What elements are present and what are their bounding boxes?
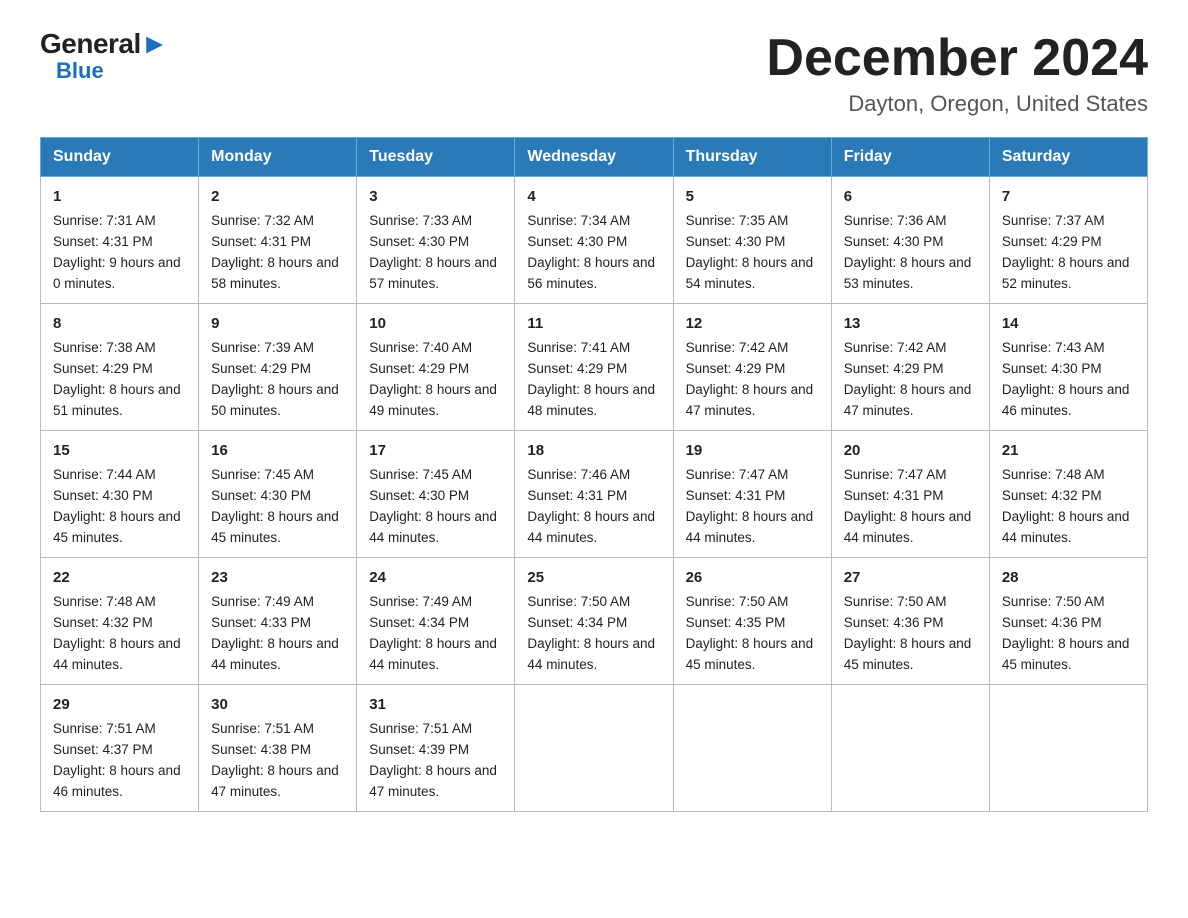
calendar-cell: 29Sunrise: 7:51 AMSunset: 4:37 PMDayligh… — [41, 684, 199, 811]
day-number: 19 — [686, 439, 819, 462]
calendar-cell: 15Sunrise: 7:44 AMSunset: 4:30 PMDayligh… — [41, 431, 199, 558]
day-number: 5 — [686, 185, 819, 208]
calendar-week-row: 29Sunrise: 7:51 AMSunset: 4:37 PMDayligh… — [41, 684, 1148, 811]
logo-general-text: General► — [40, 30, 168, 58]
calendar-cell: 3Sunrise: 7:33 AMSunset: 4:30 PMDaylight… — [357, 177, 515, 304]
column-header-monday: Monday — [199, 138, 357, 177]
day-number: 2 — [211, 185, 344, 208]
column-header-sunday: Sunday — [41, 138, 199, 177]
calendar-cell: 22Sunrise: 7:48 AMSunset: 4:32 PMDayligh… — [41, 558, 199, 685]
calendar-cell: 13Sunrise: 7:42 AMSunset: 4:29 PMDayligh… — [831, 304, 989, 431]
column-header-wednesday: Wednesday — [515, 138, 673, 177]
day-number: 9 — [211, 312, 344, 335]
day-number: 4 — [527, 185, 660, 208]
day-number: 7 — [1002, 185, 1135, 208]
calendar-cell: 24Sunrise: 7:49 AMSunset: 4:34 PMDayligh… — [357, 558, 515, 685]
calendar-cell: 31Sunrise: 7:51 AMSunset: 4:39 PMDayligh… — [357, 684, 515, 811]
day-number: 22 — [53, 566, 186, 589]
calendar-cell: 5Sunrise: 7:35 AMSunset: 4:30 PMDaylight… — [673, 177, 831, 304]
day-number: 14 — [1002, 312, 1135, 335]
calendar-cell: 28Sunrise: 7:50 AMSunset: 4:36 PMDayligh… — [989, 558, 1147, 685]
day-number: 6 — [844, 185, 977, 208]
day-number: 26 — [686, 566, 819, 589]
calendar-cell: 14Sunrise: 7:43 AMSunset: 4:30 PMDayligh… — [989, 304, 1147, 431]
calendar-cell: 27Sunrise: 7:50 AMSunset: 4:36 PMDayligh… — [831, 558, 989, 685]
day-number: 30 — [211, 693, 344, 716]
column-header-thursday: Thursday — [673, 138, 831, 177]
day-number: 1 — [53, 185, 186, 208]
location-subtitle: Dayton, Oregon, United States — [766, 91, 1148, 117]
day-number: 18 — [527, 439, 660, 462]
day-number: 31 — [369, 693, 502, 716]
calendar-cell: 18Sunrise: 7:46 AMSunset: 4:31 PMDayligh… — [515, 431, 673, 558]
calendar-cell: 1Sunrise: 7:31 AMSunset: 4:31 PMDaylight… — [41, 177, 199, 304]
column-header-saturday: Saturday — [989, 138, 1147, 177]
day-number: 27 — [844, 566, 977, 589]
month-year-title: December 2024 — [766, 30, 1148, 87]
day-number: 16 — [211, 439, 344, 462]
calendar-week-row: 22Sunrise: 7:48 AMSunset: 4:32 PMDayligh… — [41, 558, 1148, 685]
column-header-friday: Friday — [831, 138, 989, 177]
calendar-cell: 20Sunrise: 7:47 AMSunset: 4:31 PMDayligh… — [831, 431, 989, 558]
day-number: 17 — [369, 439, 502, 462]
day-number: 29 — [53, 693, 186, 716]
day-number: 12 — [686, 312, 819, 335]
day-number: 20 — [844, 439, 977, 462]
calendar-table: SundayMondayTuesdayWednesdayThursdayFrid… — [40, 137, 1148, 812]
calendar-cell — [989, 684, 1147, 811]
logo-blue-text: Blue — [56, 58, 104, 84]
calendar-cell: 16Sunrise: 7:45 AMSunset: 4:30 PMDayligh… — [199, 431, 357, 558]
day-number: 23 — [211, 566, 344, 589]
day-number: 21 — [1002, 439, 1135, 462]
calendar-cell — [673, 684, 831, 811]
day-number: 24 — [369, 566, 502, 589]
calendar-cell: 2Sunrise: 7:32 AMSunset: 4:31 PMDaylight… — [199, 177, 357, 304]
calendar-cell: 25Sunrise: 7:50 AMSunset: 4:34 PMDayligh… — [515, 558, 673, 685]
calendar-cell: 6Sunrise: 7:36 AMSunset: 4:30 PMDaylight… — [831, 177, 989, 304]
calendar-cell: 19Sunrise: 7:47 AMSunset: 4:31 PMDayligh… — [673, 431, 831, 558]
day-number: 8 — [53, 312, 186, 335]
day-number: 25 — [527, 566, 660, 589]
day-number: 15 — [53, 439, 186, 462]
calendar-cell: 8Sunrise: 7:38 AMSunset: 4:29 PMDaylight… — [41, 304, 199, 431]
day-number: 13 — [844, 312, 977, 335]
column-header-tuesday: Tuesday — [357, 138, 515, 177]
calendar-cell: 11Sunrise: 7:41 AMSunset: 4:29 PMDayligh… — [515, 304, 673, 431]
calendar-cell — [515, 684, 673, 811]
calendar-cell: 30Sunrise: 7:51 AMSunset: 4:38 PMDayligh… — [199, 684, 357, 811]
day-number: 3 — [369, 185, 502, 208]
calendar-week-row: 15Sunrise: 7:44 AMSunset: 4:30 PMDayligh… — [41, 431, 1148, 558]
calendar-cell: 7Sunrise: 7:37 AMSunset: 4:29 PMDaylight… — [989, 177, 1147, 304]
day-number: 10 — [369, 312, 502, 335]
day-number: 28 — [1002, 566, 1135, 589]
calendar-week-row: 8Sunrise: 7:38 AMSunset: 4:29 PMDaylight… — [41, 304, 1148, 431]
calendar-header-row: SundayMondayTuesdayWednesdayThursdayFrid… — [41, 138, 1148, 177]
calendar-cell — [831, 684, 989, 811]
calendar-week-row: 1Sunrise: 7:31 AMSunset: 4:31 PMDaylight… — [41, 177, 1148, 304]
logo: General► Blue — [40, 30, 168, 84]
calendar-cell: 17Sunrise: 7:45 AMSunset: 4:30 PMDayligh… — [357, 431, 515, 558]
calendar-cell: 9Sunrise: 7:39 AMSunset: 4:29 PMDaylight… — [199, 304, 357, 431]
day-number: 11 — [527, 312, 660, 335]
calendar-cell: 21Sunrise: 7:48 AMSunset: 4:32 PMDayligh… — [989, 431, 1147, 558]
page-header: General► Blue December 2024 Dayton, Oreg… — [40, 30, 1148, 117]
calendar-cell: 10Sunrise: 7:40 AMSunset: 4:29 PMDayligh… — [357, 304, 515, 431]
calendar-cell: 26Sunrise: 7:50 AMSunset: 4:35 PMDayligh… — [673, 558, 831, 685]
calendar-cell: 4Sunrise: 7:34 AMSunset: 4:30 PMDaylight… — [515, 177, 673, 304]
title-block: December 2024 Dayton, Oregon, United Sta… — [766, 30, 1148, 117]
calendar-cell: 12Sunrise: 7:42 AMSunset: 4:29 PMDayligh… — [673, 304, 831, 431]
calendar-cell: 23Sunrise: 7:49 AMSunset: 4:33 PMDayligh… — [199, 558, 357, 685]
